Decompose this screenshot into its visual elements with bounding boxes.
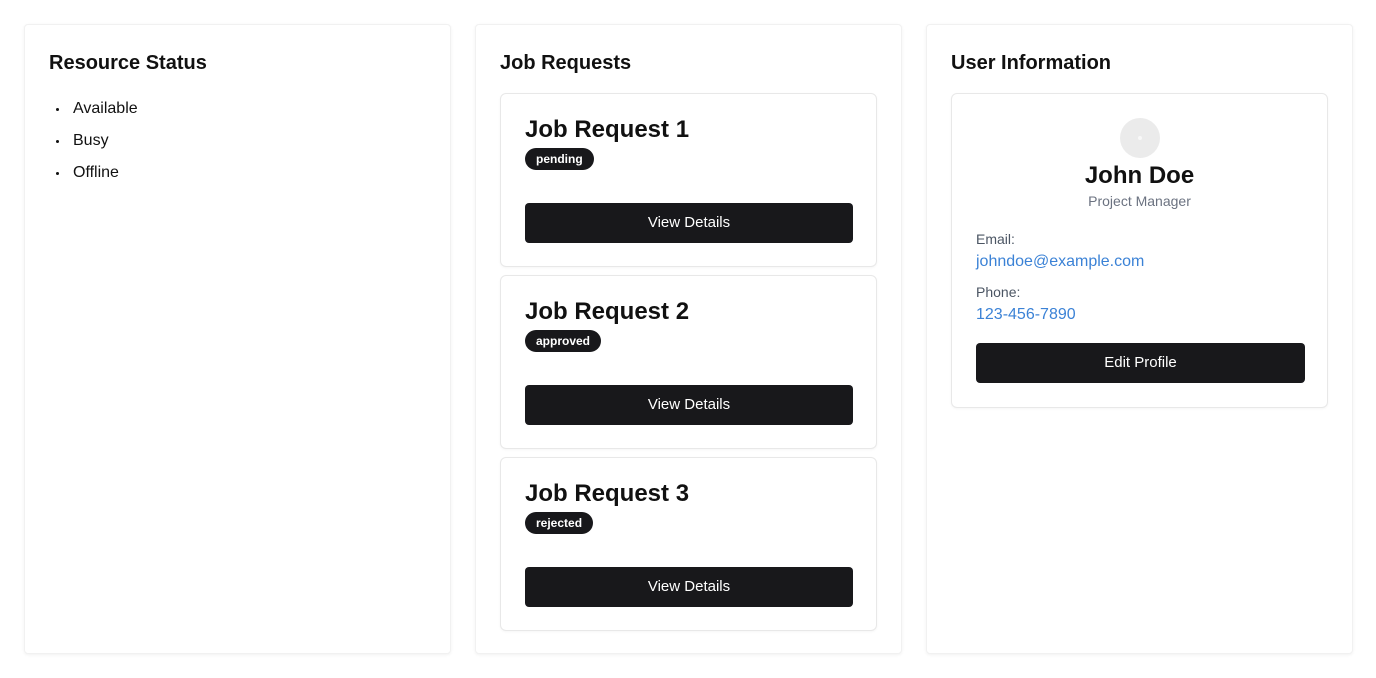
edit-profile-button[interactable]: Edit Profile — [976, 343, 1305, 383]
resource-status-panel: Resource Status Available Busy Offline — [24, 24, 451, 654]
status-item-label: Busy — [73, 132, 109, 149]
status-item-busy: Busy — [49, 125, 426, 157]
job-request-title: Job Request 1 — [525, 116, 690, 143]
user-information-title: User Information — [951, 52, 1112, 74]
email-label: Email: — [976, 231, 1015, 247]
status-item-label: Available — [73, 100, 138, 117]
job-requests-panel: Job Requests Job Request 1 pending View … — [475, 24, 902, 654]
phone-link[interactable]: 123-456-7890 — [976, 303, 1303, 327]
job-request-title: Job Request 3 — [525, 480, 690, 507]
user-information-panel: User Information John Doe Project Manage… — [926, 24, 1353, 654]
status-badge: approved — [525, 330, 602, 352]
view-details-button[interactable]: View Details — [525, 203, 853, 243]
avatar — [1119, 118, 1160, 158]
job-request-title: Job Request 2 — [525, 298, 690, 325]
resource-status-list: Available Busy Offline — [49, 93, 426, 189]
job-requests-title: Job Requests — [500, 52, 632, 74]
view-details-button[interactable]: View Details — [525, 385, 853, 425]
job-request-card: Job Request 3 rejected View Details — [500, 457, 877, 631]
user-name: John Doe — [1084, 162, 1195, 189]
phone-label: Phone: — [976, 284, 1021, 300]
user-profile-card: John Doe Project Manager Email: johndoe@… — [951, 93, 1328, 408]
job-request-card: Job Request 1 pending View Details — [500, 93, 877, 267]
view-details-button[interactable]: View Details — [525, 567, 853, 607]
avatar-placeholder-icon — [1137, 136, 1142, 140]
resource-status-title: Resource Status — [49, 52, 207, 74]
status-item-offline: Offline — [49, 157, 426, 189]
job-request-card: Job Request 2 approved View Details — [500, 275, 877, 449]
status-item-label: Offline — [73, 164, 119, 181]
email-link[interactable]: johndoe@example.com — [976, 250, 1303, 274]
user-role: Project Manager — [1088, 193, 1191, 209]
bullet-icon — [56, 172, 59, 175]
status-badge: pending — [525, 148, 594, 170]
status-item-available: Available — [49, 93, 426, 125]
status-badge: rejected — [525, 512, 594, 534]
bullet-icon — [56, 108, 59, 111]
bullet-icon — [56, 140, 59, 143]
